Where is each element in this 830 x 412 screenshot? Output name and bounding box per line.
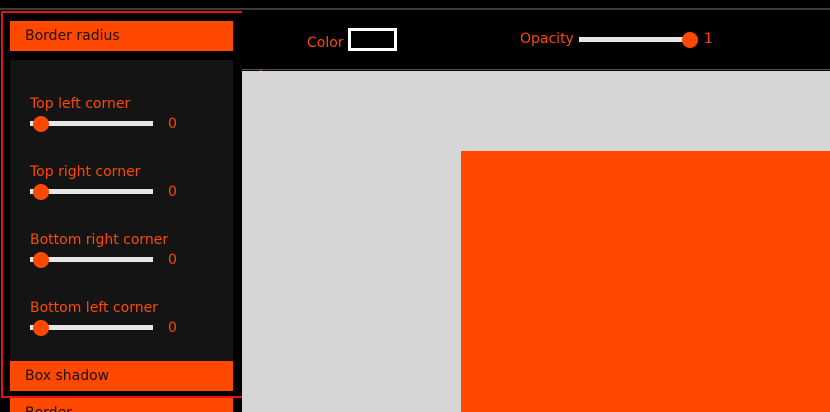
bottom-right-corner-slider[interactable] (30, 252, 153, 268)
slider-track (579, 37, 694, 42)
bottom-right-corner-label: Bottom right corner (30, 232, 169, 248)
color-picker-swatch[interactable] (348, 28, 397, 51)
slider-thumb[interactable] (33, 252, 49, 268)
opacity-slider[interactable] (579, 32, 698, 48)
preview-canvas (242, 71, 830, 412)
top-right-corner-label: Top right corner (30, 164, 141, 180)
bottom-left-corner-label: Bottom left corner (30, 300, 158, 316)
opacity-value: 1 (704, 31, 713, 47)
top-left-corner-slider[interactable] (30, 116, 153, 132)
top-toolbar: Color Opacity 1 (242, 10, 830, 70)
bottom-right-corner-value: 0 (168, 252, 177, 268)
box-shadow-section-header[interactable]: Box shadow (10, 361, 233, 391)
color-label: Color (307, 35, 344, 51)
top-left-corner-value: 0 (168, 116, 177, 132)
border-radius-section-header[interactable]: Border radius (10, 21, 233, 51)
slider-thumb[interactable] (33, 116, 49, 132)
bottom-left-corner-control: Bottom left corner 0 (30, 300, 230, 350)
bottom-right-corner-control: Bottom right corner 0 (30, 232, 230, 282)
top-right-corner-value: 0 (168, 184, 177, 200)
opacity-label: Opacity (520, 31, 574, 47)
slider-thumb[interactable] (33, 184, 49, 200)
top-right-corner-control: Top right corner 0 (30, 164, 230, 214)
bottom-left-corner-value: 0 (168, 320, 177, 336)
sidebar: Border radius Top left corner 0 Top righ… (0, 10, 242, 412)
slider-thumb[interactable] (33, 320, 49, 336)
top-right-corner-slider[interactable] (30, 184, 153, 200)
top-left-corner-label: Top left corner (30, 96, 131, 112)
bottom-left-corner-slider[interactable] (30, 320, 153, 336)
preview-box (461, 151, 830, 412)
slider-thumb[interactable] (682, 32, 698, 48)
border-section-header[interactable]: Border (10, 398, 233, 412)
top-left-corner-control: Top left corner 0 (30, 96, 230, 146)
